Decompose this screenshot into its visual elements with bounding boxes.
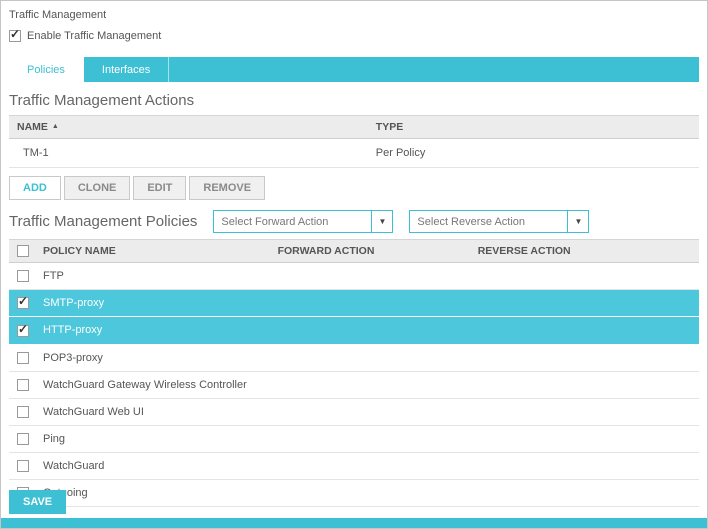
enable-traffic-management-checkbox[interactable]	[9, 30, 21, 42]
policies-table-header-row: POLICY NAME FORWARD ACTION REVERSE ACTIO…	[9, 240, 699, 263]
policies-table: POLICY NAME FORWARD ACTION REVERSE ACTIO…	[9, 239, 699, 507]
policy-row[interactable]: WatchGuard	[9, 452, 699, 479]
reverse-action-cell	[470, 344, 699, 371]
policy-name-cell: WatchGuard Gateway Wireless Controller	[35, 371, 270, 398]
policy-checkbox-cell	[9, 344, 35, 371]
policy-row-checkbox[interactable]	[17, 270, 29, 282]
policy-row-checkbox[interactable]	[17, 406, 29, 418]
forward-action-cell	[270, 344, 470, 371]
clone-button[interactable]: CLONE	[64, 176, 131, 200]
policy-name-cell: Outgoing	[35, 479, 270, 506]
reverse-action-cell	[470, 263, 699, 290]
add-button[interactable]: ADD	[9, 176, 61, 200]
reverse-action-cell	[470, 452, 699, 479]
policy-row-checkbox[interactable]	[17, 433, 29, 445]
action-cell: TM-1	[9, 139, 368, 168]
policies-section-title: Traffic Management Policies	[9, 213, 197, 230]
reverse-action-cell	[470, 317, 699, 344]
actions-table-header-row: NAME▲ TYPE	[9, 116, 699, 139]
policy-row[interactable]: Outgoing	[9, 479, 699, 506]
policy-row-checkbox[interactable]	[17, 297, 29, 309]
policy-row[interactable]: HTTP-proxy	[9, 317, 699, 344]
policies-col-forward-action[interactable]: FORWARD ACTION	[270, 240, 470, 263]
policy-name-cell: SMTP-proxy	[35, 290, 270, 317]
forward-action-cell	[270, 290, 470, 317]
policy-row-checkbox[interactable]	[17, 460, 29, 472]
actions-table: NAME▲ TYPE TM-1Per Policy	[9, 115, 699, 168]
footer-accent-bar	[1, 518, 707, 528]
actions-col-name[interactable]: NAME▲	[9, 116, 368, 139]
page-title: Traffic Management	[9, 9, 699, 21]
forward-action-cell	[270, 479, 470, 506]
actions-button-group: ADDCLONEEDITREMOVE	[9, 176, 699, 200]
policy-row-checkbox[interactable]	[17, 379, 29, 391]
policy-row[interactable]: POP3-proxy	[9, 344, 699, 371]
remove-button[interactable]: REMOVE	[189, 176, 265, 200]
policy-name-cell: POP3-proxy	[35, 344, 270, 371]
policy-checkbox-cell	[9, 452, 35, 479]
reverse-action-cell	[470, 290, 699, 317]
actions-table-body: TM-1Per Policy	[9, 139, 699, 168]
policy-name-cell: Ping	[35, 425, 270, 452]
policy-checkbox-cell	[9, 425, 35, 452]
policy-name-cell: WatchGuard	[35, 452, 270, 479]
policy-name-cell: HTTP-proxy	[35, 317, 270, 344]
policy-row[interactable]: SMTP-proxy	[9, 290, 699, 317]
reverse-action-cell	[470, 425, 699, 452]
forward-action-cell	[270, 398, 470, 425]
forward-action-cell	[270, 425, 470, 452]
select-all-checkbox[interactable]	[17, 245, 29, 257]
reverse-action-cell	[470, 371, 699, 398]
forward-action-select[interactable]: Select Forward Action ▼	[213, 210, 393, 233]
chevron-down-icon[interactable]: ▼	[371, 211, 392, 232]
forward-action-cell	[270, 371, 470, 398]
actions-col-type[interactable]: TYPE	[368, 116, 699, 139]
chevron-down-icon[interactable]: ▼	[567, 211, 588, 232]
policies-table-body: FTPSMTP-proxyHTTP-proxyPOP3-proxyWatchGu…	[9, 263, 699, 507]
enable-traffic-management-label: Enable Traffic Management	[27, 30, 161, 42]
action-row[interactable]: TM-1Per Policy	[9, 139, 699, 168]
action-cell: Per Policy	[368, 139, 699, 168]
policies-header: Traffic Management Policies Select Forwa…	[9, 210, 699, 233]
tab-bar: Policies Interfaces	[9, 57, 699, 82]
policy-row[interactable]: Ping	[9, 425, 699, 452]
forward-action-cell	[270, 263, 470, 290]
enable-traffic-management[interactable]: Enable Traffic Management	[9, 30, 699, 42]
actions-section-title: Traffic Management Actions	[9, 92, 699, 109]
reverse-action-select[interactable]: Select Reverse Action ▼	[409, 210, 589, 233]
save-button[interactable]: SAVE	[9, 490, 66, 514]
tab-policies[interactable]: Policies	[9, 57, 84, 82]
forward-action-select-value: Select Forward Action	[214, 216, 328, 228]
traffic-management-page: Traffic Management Enable Traffic Manage…	[0, 0, 708, 529]
forward-action-cell	[270, 452, 470, 479]
policies-col-reverse-action[interactable]: REVERSE ACTION	[470, 240, 699, 263]
policy-row-checkbox[interactable]	[17, 325, 29, 337]
reverse-action-select-value: Select Reverse Action	[410, 216, 525, 228]
tab-interfaces[interactable]: Interfaces	[84, 57, 169, 82]
policy-name-cell: FTP	[35, 263, 270, 290]
edit-button[interactable]: EDIT	[133, 176, 186, 200]
policies-col-policy-name[interactable]: POLICY NAME	[35, 240, 270, 263]
policy-row[interactable]: WatchGuard Gateway Wireless Controller	[9, 371, 699, 398]
policy-checkbox-cell	[9, 371, 35, 398]
policy-row-checkbox[interactable]	[17, 352, 29, 364]
policy-checkbox-cell	[9, 317, 35, 344]
sort-ascending-icon: ▲	[52, 123, 59, 130]
policy-row[interactable]: WatchGuard Web UI	[9, 398, 699, 425]
reverse-action-cell	[470, 398, 699, 425]
forward-action-cell	[270, 317, 470, 344]
policy-row[interactable]: FTP	[9, 263, 699, 290]
policy-checkbox-cell	[9, 290, 35, 317]
policy-checkbox-cell	[9, 398, 35, 425]
policy-checkbox-cell	[9, 263, 35, 290]
policy-name-cell: WatchGuard Web UI	[35, 398, 270, 425]
reverse-action-cell	[470, 479, 699, 506]
